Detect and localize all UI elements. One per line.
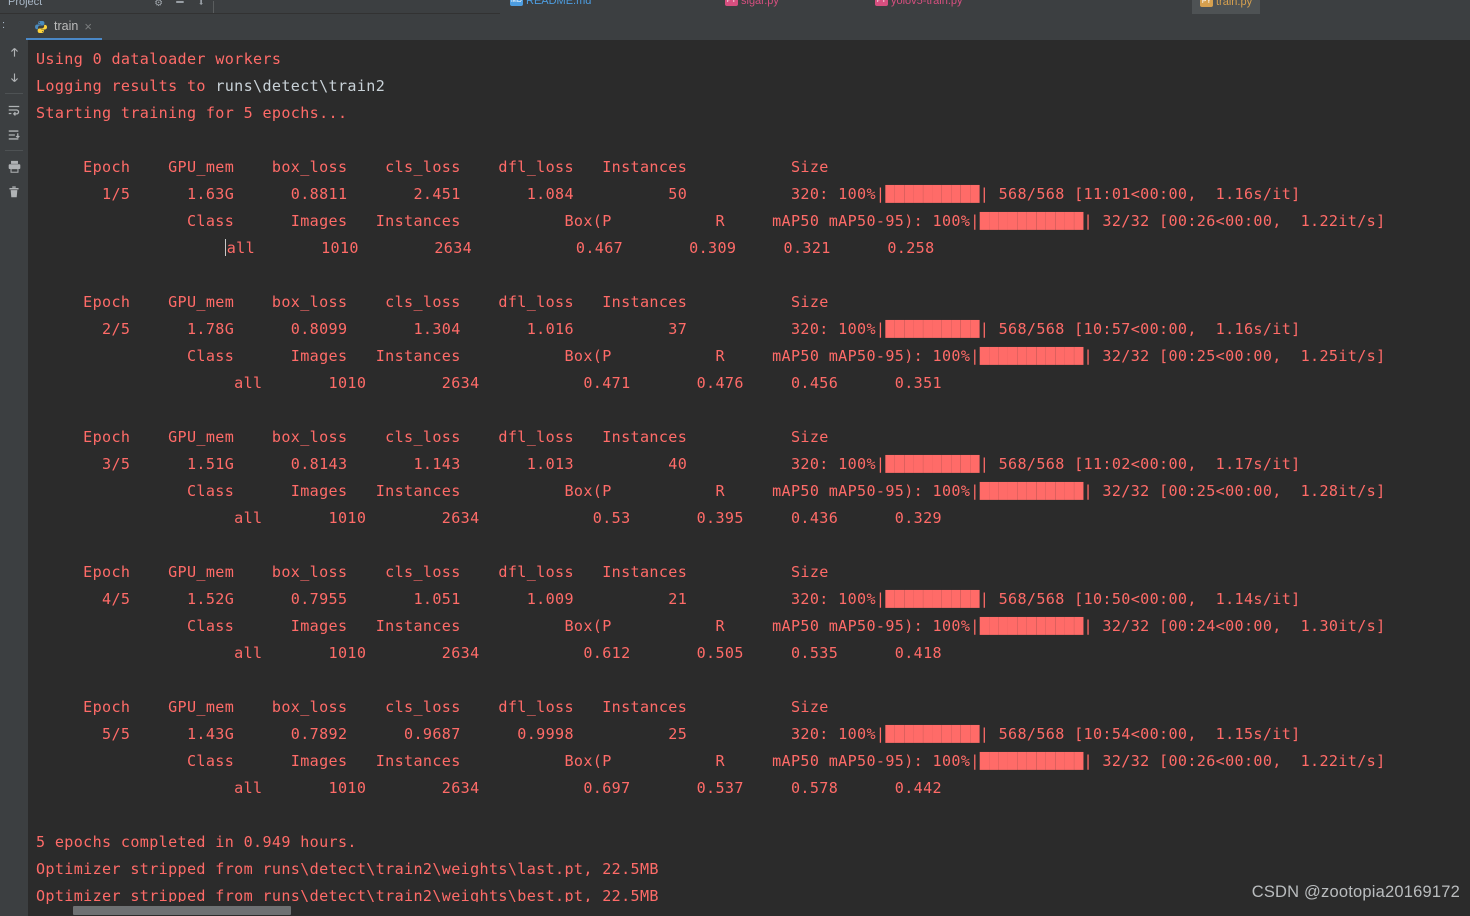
toolbar-icon-group[interactable]: ⚙━⬇ bbox=[155, 0, 219, 9]
file-type-icon: PY bbox=[875, 0, 888, 7]
scroll-up-icon[interactable] bbox=[0, 40, 28, 65]
scroll-to-end-icon[interactable] bbox=[0, 122, 28, 147]
toolbar-separator bbox=[5, 93, 23, 94]
soft-wrap-icon[interactable] bbox=[0, 97, 28, 122]
tab-label: train bbox=[54, 19, 79, 33]
watermark: CSDN @zootopia20169172 bbox=[1251, 883, 1460, 901]
console-left-toolbar bbox=[0, 40, 28, 916]
editor-tab-label: train.py bbox=[1216, 0, 1253, 9]
gutter-label: : bbox=[2, 19, 6, 31]
scrollbar-thumb[interactable] bbox=[73, 906, 291, 915]
toolbar-divider bbox=[213, 1, 214, 13]
ide-window: Project ⚙━⬇ MD README.md PY sigar.py PY yolov… bbox=[0, 0, 1470, 916]
scroll-down-icon[interactable] bbox=[0, 65, 28, 90]
editor-tab-strip[interactable]: MD README.md PY sigar.py PY yolov5-train.py PY… bbox=[500, 0, 1470, 14]
project-label: Project bbox=[8, 0, 43, 8]
toolbar-separator bbox=[5, 150, 23, 151]
file-type-icon: PY bbox=[725, 0, 738, 7]
editor-tab-3[interactable]: PY train.py bbox=[1192, 0, 1261, 14]
editor-tab-label: README.md bbox=[526, 0, 592, 8]
python-file-icon bbox=[34, 19, 48, 34]
editor-tab-0[interactable]: MD README.md bbox=[510, 0, 591, 13]
file-type-icon: MD bbox=[510, 0, 523, 7]
console-text: Using 0 dataloader workers Logging resul… bbox=[36, 50, 1386, 905]
trash-icon[interactable] bbox=[0, 179, 28, 204]
editor-tab-label: sigar.py bbox=[741, 0, 779, 8]
tab-train[interactable]: train × bbox=[26, 14, 102, 40]
console-tab-bar: : train × bbox=[0, 14, 1470, 40]
file-type-icon: PY bbox=[1200, 0, 1213, 8]
top-toolbar-strip: Project ⚙━⬇ MD README.md PY sigar.py PY yolov… bbox=[0, 0, 1470, 14]
console-output[interactable]: Using 0 dataloader workers Logging resul… bbox=[28, 40, 1470, 916]
project-toolbar: Project ⚙━⬇ bbox=[0, 0, 500, 14]
horizontal-scrollbar[interactable] bbox=[56, 902, 1470, 916]
editor-tab-2[interactable]: PY yolov5-train.py bbox=[875, 0, 963, 13]
close-icon[interactable]: × bbox=[84, 20, 92, 33]
print-icon[interactable] bbox=[0, 154, 28, 179]
editor-tab-label: yolov5-train.py bbox=[891, 0, 963, 8]
editor-tab-1[interactable]: PY sigar.py bbox=[725, 0, 779, 13]
